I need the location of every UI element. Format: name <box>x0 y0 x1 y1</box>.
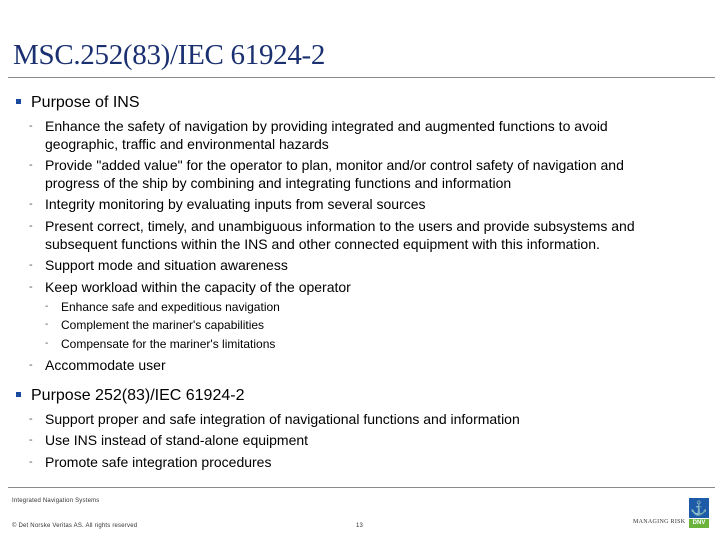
list-item-text: Present correct, timely, and unambiguous… <box>45 218 635 234</box>
dash-bullet-icon: - <box>45 319 49 330</box>
list-item-text: Enhance the safety of navigation by prov… <box>45 118 608 134</box>
list-item-text: geographic, traffic and environmental ha… <box>45 136 329 152</box>
page-number: 13 <box>356 523 364 529</box>
dash-bullet-icon: - <box>29 281 33 293</box>
dash-bullet-icon: - <box>29 456 33 468</box>
list-item-text: Support proper and safe integration of n… <box>45 411 520 427</box>
square-bullet-icon <box>16 392 21 397</box>
footer-divider <box>8 487 715 488</box>
section-heading-text: Purpose of INS <box>31 94 140 111</box>
list-item-text: Provide "added value" for the operator t… <box>45 157 624 173</box>
dash-bullet-icon: - <box>29 259 33 271</box>
dash-bullet-icon: - <box>29 434 33 446</box>
square-bullet-icon <box>16 99 21 104</box>
list-item-text: Promote safe integration procedures <box>45 454 272 470</box>
list-item-text: progress of the ship by combining and in… <box>45 175 512 191</box>
sub-list-item-text: Compensate for the mariner's limitations <box>61 337 276 351</box>
dash-bullet-icon: - <box>29 198 33 210</box>
list-item-text: Use INS instead of stand-alone equipment <box>45 432 309 448</box>
dash-bullet-icon: - <box>45 338 49 349</box>
list-item-text: Keep workload within the capacity of the… <box>45 279 351 295</box>
anchor-figure-icon: ⚓ <box>689 498 709 518</box>
slide-title: MSC.252(83)/IEC 61924-2 <box>13 39 326 71</box>
list-item-text: Support mode and situation awareness <box>45 257 288 273</box>
dash-bullet-icon: - <box>29 120 33 132</box>
list-item-text: Integrity monitoring by evaluating input… <box>45 196 426 212</box>
logo-text: DNV <box>689 519 709 528</box>
footer-copyright: © Det Norske Veritas AS. All rights rese… <box>12 523 138 529</box>
footer-tagline: MANAGING RISK <box>633 519 686 525</box>
footer-topic: Integrated Navigation Systems <box>12 498 100 504</box>
dnv-logo: ⚓ DNV <box>689 498 709 528</box>
dash-bullet-icon: - <box>29 413 33 425</box>
dash-bullet-icon: - <box>45 301 49 312</box>
section-heading-text: Purpose 252(83)/IEC 61924-2 <box>31 387 245 404</box>
list-item-text: subsequent functions within the INS and … <box>45 236 600 252</box>
title-divider <box>8 77 715 78</box>
dash-bullet-icon: - <box>29 159 33 171</box>
dash-bullet-icon: - <box>29 220 33 232</box>
sub-list-item-text: Complement the mariner's capabilities <box>61 318 265 332</box>
dash-bullet-icon: - <box>29 359 33 371</box>
list-item-text: Accommodate user <box>45 357 166 373</box>
sub-list-item-text: Enhance safe and expeditious navigation <box>61 300 280 314</box>
